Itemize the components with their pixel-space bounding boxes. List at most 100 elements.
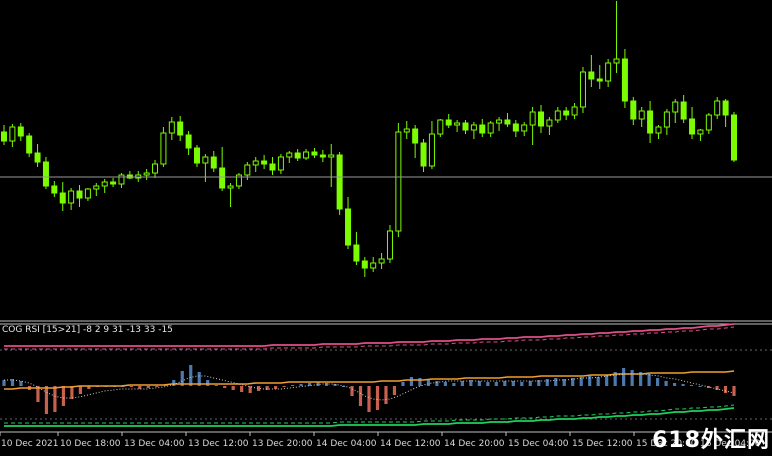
indicator-bar bbox=[358, 386, 363, 406]
candle-body bbox=[210, 156, 217, 169]
candle-body bbox=[152, 163, 159, 174]
candle-body bbox=[311, 151, 318, 156]
candle-body bbox=[294, 152, 301, 159]
indicator-bar bbox=[732, 386, 736, 396]
candle-body bbox=[101, 181, 108, 187]
indicator-title: COG RSI [15>21] -8 2 9 31 -13 33 -15 bbox=[2, 325, 173, 335]
candle-body bbox=[538, 111, 545, 127]
indicator-bar bbox=[605, 375, 609, 386]
trading-chart[interactable]: 10 Dec 2021 10 Dec 18:00 13 Dec 04:00 13 De… bbox=[0, 0, 772, 456]
candle-body bbox=[395, 131, 402, 232]
candle-body bbox=[504, 119, 511, 125]
indicator-bar bbox=[146, 386, 150, 388]
candle-body bbox=[512, 123, 519, 132]
candle-body bbox=[680, 101, 687, 120]
candle-body bbox=[345, 208, 352, 246]
indicator-bar bbox=[630, 370, 634, 386]
time-label: 14 Dec 12:00 bbox=[380, 439, 441, 449]
candle-body bbox=[479, 124, 486, 134]
time-label: 10 Dec 18:00 bbox=[60, 439, 121, 449]
candle-body bbox=[605, 62, 612, 82]
candle-body bbox=[722, 100, 729, 116]
candle-body bbox=[529, 111, 536, 126]
candle-body bbox=[9, 126, 16, 142]
candle-body bbox=[202, 156, 209, 164]
indicator-bar bbox=[240, 386, 244, 392]
candle-body bbox=[34, 152, 41, 163]
candle-body bbox=[655, 126, 662, 134]
indicator-bar bbox=[223, 386, 227, 388]
candle bbox=[160, 127, 167, 167]
candle bbox=[336, 152, 343, 215]
candle-body bbox=[303, 151, 310, 159]
candle-body bbox=[269, 163, 276, 171]
candle-body bbox=[160, 132, 167, 165]
indicator-bar bbox=[206, 380, 210, 386]
indicator-bar bbox=[214, 385, 218, 386]
candle-body bbox=[378, 258, 385, 264]
indicator-bar bbox=[494, 382, 498, 386]
indicator-bar bbox=[681, 384, 685, 386]
indicator-bar bbox=[698, 386, 702, 387]
candle-body bbox=[1, 131, 7, 142]
candle bbox=[437, 119, 444, 137]
indicator-bar bbox=[375, 386, 380, 410]
candle bbox=[579, 67, 586, 113]
candle-body bbox=[51, 185, 58, 194]
candle-body bbox=[277, 156, 284, 171]
candle-body bbox=[462, 122, 469, 131]
candle-body bbox=[445, 119, 452, 126]
candle-body bbox=[630, 100, 637, 120]
candle-body bbox=[428, 133, 435, 167]
candle-body bbox=[437, 119, 444, 135]
candle-body bbox=[638, 110, 645, 120]
candle-body bbox=[185, 134, 192, 149]
indicator-bar bbox=[622, 368, 626, 386]
indicator-bar bbox=[520, 382, 524, 386]
indicator-bar bbox=[61, 386, 66, 406]
candle-body bbox=[705, 114, 712, 131]
indicator-bar bbox=[435, 381, 439, 386]
candle-body bbox=[386, 230, 393, 260]
candle-body bbox=[546, 119, 553, 127]
candle-body bbox=[588, 71, 595, 80]
indicator-bar bbox=[511, 381, 515, 386]
candle-body bbox=[689, 118, 696, 135]
candle-body bbox=[370, 262, 377, 269]
candle bbox=[386, 225, 393, 263]
candle-body bbox=[361, 260, 368, 269]
indicator-bar bbox=[282, 386, 286, 387]
indicator-bar bbox=[486, 382, 490, 386]
candle-body bbox=[177, 121, 184, 136]
candle-body bbox=[143, 172, 150, 176]
candle-body bbox=[613, 58, 620, 64]
time-label: 14 Dec 20:00 bbox=[444, 439, 505, 449]
indicator-bar bbox=[350, 386, 354, 396]
candle-body bbox=[244, 164, 251, 176]
candle-body bbox=[76, 190, 83, 199]
candle-body bbox=[328, 154, 335, 158]
time-label: 15 Dec 12:00 bbox=[572, 439, 633, 449]
candle bbox=[26, 133, 33, 157]
candle-body bbox=[596, 78, 603, 82]
candle-body bbox=[336, 154, 343, 210]
indicator-bar bbox=[664, 381, 668, 386]
watermark-logo: 618外汇网 bbox=[652, 428, 770, 453]
indicator-bar bbox=[44, 386, 49, 414]
candle-body bbox=[110, 181, 117, 185]
candle-body bbox=[252, 160, 259, 166]
indicator-bar bbox=[384, 386, 388, 404]
candle-body bbox=[621, 58, 628, 102]
indicator-bar bbox=[70, 386, 74, 399]
candle-body bbox=[731, 114, 737, 161]
indicator-bar bbox=[291, 385, 295, 386]
candle-body bbox=[59, 192, 66, 204]
candle-body bbox=[17, 126, 24, 137]
candle-body bbox=[84, 188, 91, 199]
candle-body bbox=[697, 129, 704, 135]
candle-body bbox=[521, 124, 528, 132]
candle-body bbox=[571, 106, 578, 116]
indicator-bar bbox=[155, 386, 159, 387]
indicator-bar bbox=[503, 381, 507, 386]
candle-body bbox=[554, 110, 561, 121]
